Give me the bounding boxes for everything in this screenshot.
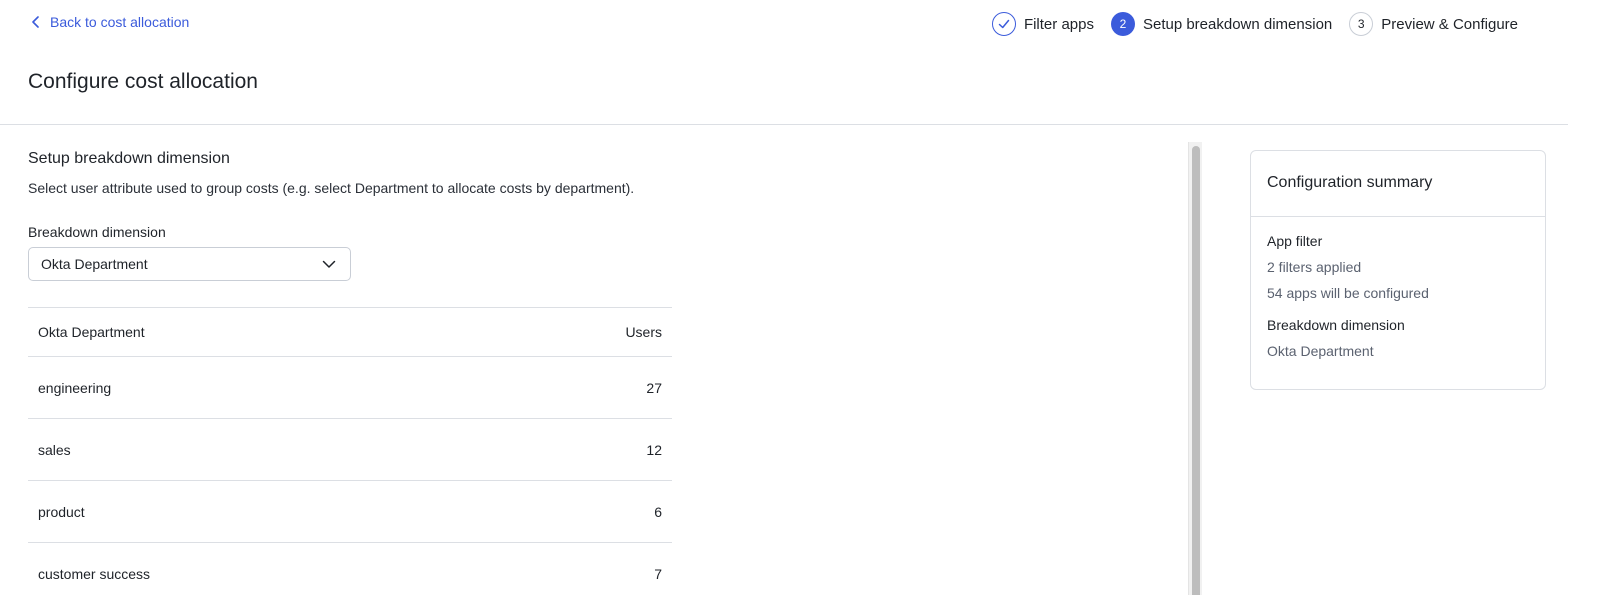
section-description: Select user attribute used to group cost… [28, 180, 635, 196]
back-link[interactable]: Back to cost allocation [30, 14, 189, 30]
breakdown-dimension-select[interactable]: Okta Department [28, 247, 351, 281]
table-row: customer success 7 [28, 543, 672, 595]
breakdown-dimension-summary-label: Breakdown dimension [1267, 317, 1405, 333]
divider [0, 124, 1568, 125]
configuration-summary-card: Configuration summary App filter 2 filte… [1250, 150, 1546, 390]
check-icon [998, 19, 1010, 29]
scrollbar-thumb[interactable] [1192, 146, 1200, 595]
scrollbar[interactable] [1188, 142, 1202, 595]
filters-applied-text: 2 filters applied [1267, 259, 1362, 275]
table-header: Okta Department Users [28, 307, 672, 357]
step-label: Filter apps [1023, 15, 1094, 33]
step-preview-configure[interactable]: 3 Preview & Configure [1349, 12, 1518, 36]
step-number: 3 [1349, 12, 1374, 36]
select-value: Okta Department [41, 256, 148, 272]
step-setup-breakdown[interactable]: 2 Setup breakdown dimension [1110, 12, 1333, 36]
step-done-circle [991, 12, 1016, 36]
row-users: 6 [654, 503, 662, 520]
step-filter-apps[interactable]: Filter apps [991, 12, 1094, 36]
column-header-users[interactable]: Users [625, 324, 662, 340]
chevron-left-icon [32, 16, 39, 28]
row-users: 12 [646, 441, 662, 458]
row-department: engineering [38, 379, 112, 396]
page-title: Configure cost allocation [28, 70, 258, 93]
column-header-department[interactable]: Okta Department [38, 324, 145, 340]
breakdown-section: Setup breakdown dimension Select user at… [28, 150, 708, 582]
row-department: sales [38, 441, 71, 458]
breakdown-dimension-label: Breakdown dimension [28, 224, 166, 240]
apps-configured-text: 54 apps will be configured [1267, 285, 1429, 301]
row-users: 7 [654, 565, 662, 582]
breakdown-dimension-summary-value: Okta Department [1267, 343, 1374, 359]
row-department: product [38, 503, 85, 520]
chevron-down-icon [322, 260, 336, 268]
section-title: Setup breakdown dimension [28, 150, 230, 167]
row-users: 27 [646, 379, 662, 396]
summary-title: Configuration summary [1251, 151, 1545, 217]
wizard-stepper: Filter apps 2 Setup breakdown dimension … [975, 12, 1518, 36]
department-table: Okta Department Users engineering 27 sal… [28, 307, 672, 595]
step-label: Preview & Configure [1381, 15, 1518, 33]
table-row: sales 12 [28, 419, 672, 481]
table-row: product 6 [28, 481, 672, 543]
top-bar: Back to cost allocation Filter apps 2 Se… [0, 0, 1597, 46]
table-row: engineering 27 [28, 357, 672, 419]
row-department: customer success [38, 565, 151, 582]
step-label: Setup breakdown dimension [1142, 15, 1333, 33]
app-filter-label: App filter [1267, 233, 1323, 249]
back-link-label: Back to cost allocation [50, 14, 190, 30]
step-number: 2 [1110, 12, 1135, 36]
summary-body: App filter 2 filters applied 54 apps wil… [1251, 217, 1545, 385]
